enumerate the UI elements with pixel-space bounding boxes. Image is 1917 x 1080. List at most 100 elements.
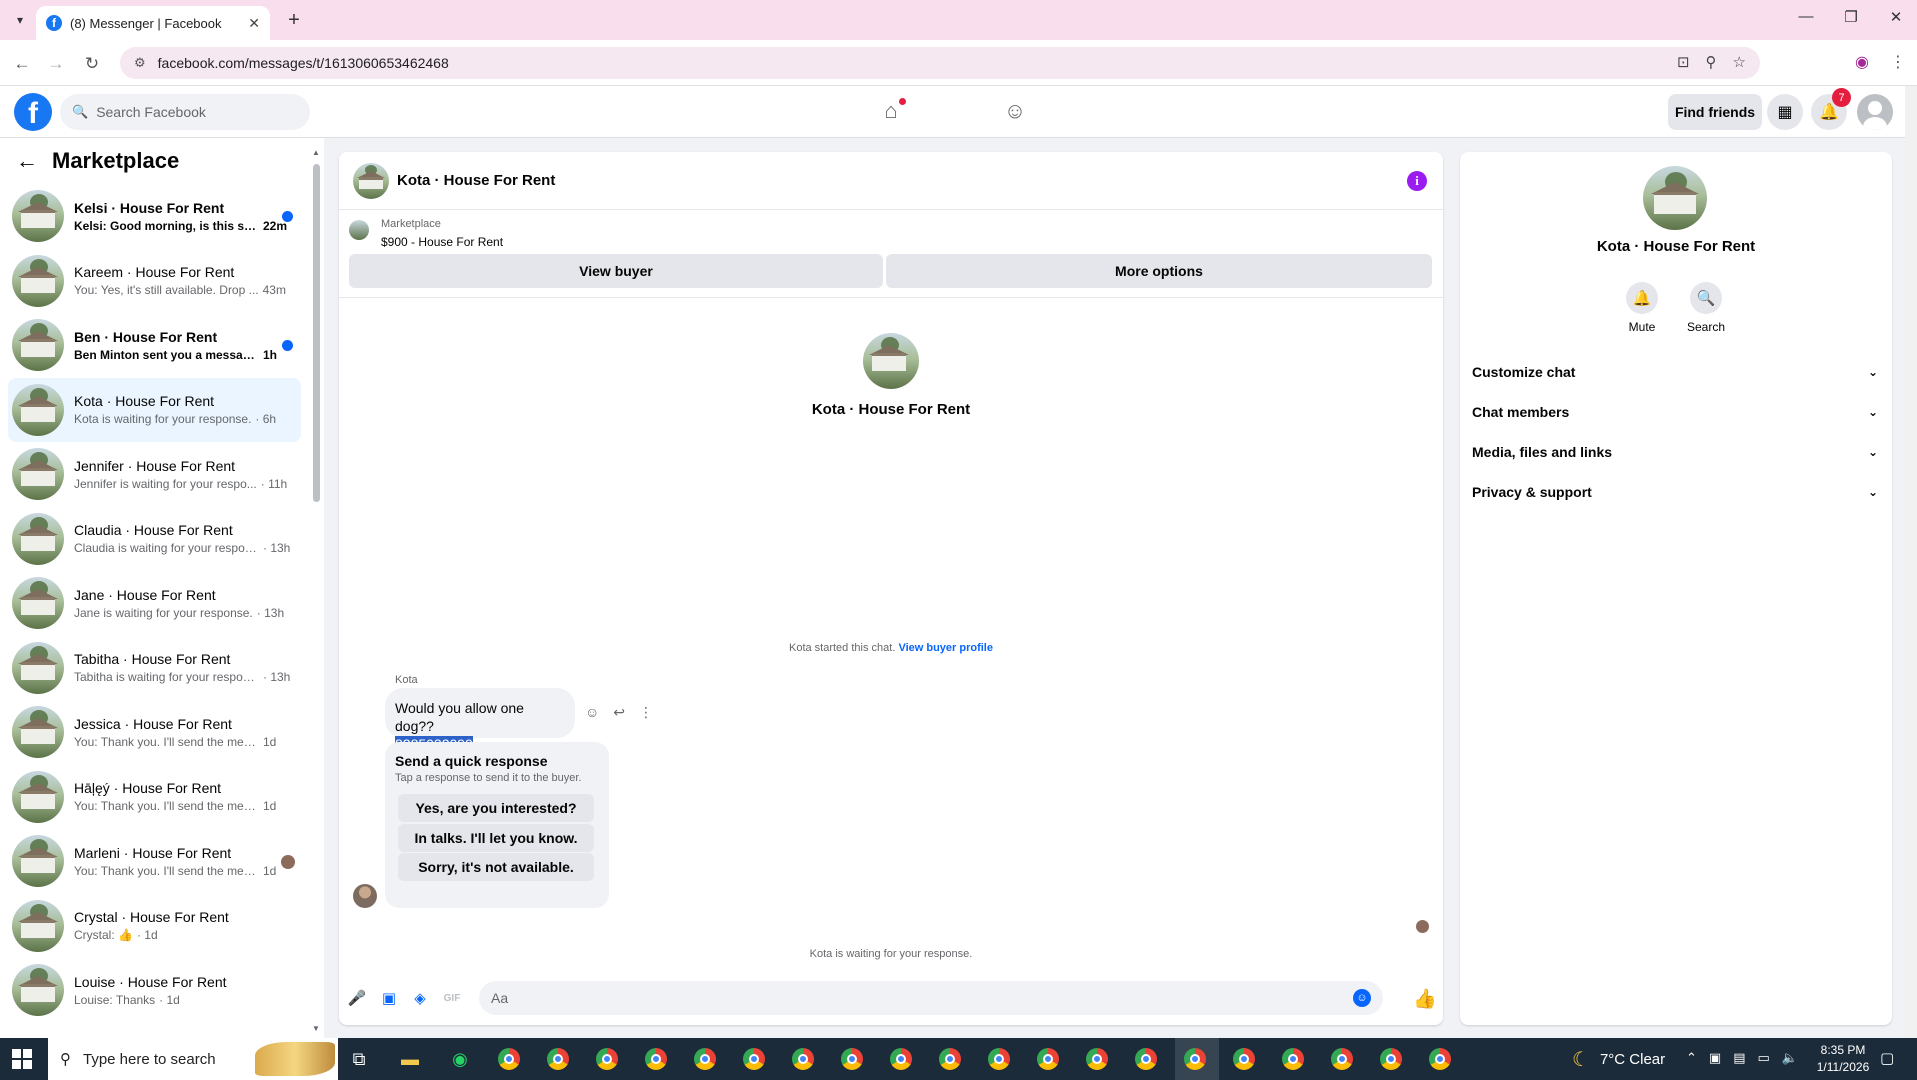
incoming-message-bubble[interactable]: Would you allow one dog?? 8285022099 <box>385 688 575 752</box>
reply-icon[interactable]: ↩ <box>613 704 625 721</box>
task-view-icon[interactable]: ⧉ <box>346 1046 372 1072</box>
react-emoji-icon[interactable]: ☺ <box>585 704 599 721</box>
conversation-item[interactable]: Kota · House For Rent Kota is waiting for… <box>8 377 301 442</box>
conversation-item[interactable]: Jennifer · House For Rent Jennifer is wai… <box>8 442 301 507</box>
whatsapp-icon[interactable]: ◉ <box>447 1046 473 1072</box>
privacy-support-item[interactable]: Privacy & support ⌄ <box>1460 472 1892 512</box>
bookmark-star-icon[interactable]: ☆ <box>1733 53 1746 71</box>
view-buyer-button[interactable]: View buyer <box>349 254 883 288</box>
conversation-info-icon[interactable]: i <box>1407 171 1427 191</box>
url-text[interactable]: facebook.com/messages/t/1613060653462468 <box>158 55 449 71</box>
back-arrow-icon[interactable]: ← <box>16 148 38 174</box>
thumbs-up-icon[interactable]: 👍 <box>1413 987 1437 1011</box>
chat-members-item[interactable]: Chat members ⌄ <box>1460 392 1892 432</box>
chrome-app-icon[interactable] <box>643 1046 669 1072</box>
reload-icon[interactable]: ↻ <box>80 52 104 76</box>
gif-icon[interactable]: GIF <box>442 989 462 1009</box>
chrome-app-icon[interactable] <box>1084 1046 1110 1072</box>
conversation-item[interactable]: Tabitha · House For Rent Tabitha is waiti… <box>8 636 301 701</box>
conversation-item[interactable]: Ben · House For Rent Ben Minton sent you … <box>8 313 301 378</box>
chrome-app-icon[interactable] <box>1133 1046 1159 1072</box>
chrome-app-icon[interactable] <box>594 1046 620 1072</box>
sender-avatar[interactable] <box>353 884 377 908</box>
tray-device-icon[interactable]: ▤ <box>1733 1050 1745 1066</box>
chrome-app-icon[interactable] <box>1231 1046 1257 1072</box>
groups-icon[interactable]: ☺ <box>1000 98 1030 126</box>
file-explorer-icon[interactable]: ▬ <box>397 1046 423 1072</box>
chrome-app-icon[interactable] <box>496 1046 522 1072</box>
restore-button[interactable]: ❐ <box>1839 8 1863 26</box>
chrome-app-icon[interactable] <box>545 1046 571 1072</box>
profile-icon[interactable]: ◉ <box>1850 52 1874 72</box>
chrome-app-icon[interactable] <box>1280 1046 1306 1072</box>
scroll-up-icon[interactable]: ▲ <box>312 148 320 157</box>
menu-grid-icon[interactable]: ▦ <box>1767 94 1803 130</box>
facebook-search-input[interactable]: 🔍 Search Facebook <box>60 94 310 130</box>
facebook-logo-icon[interactable]: f <box>14 93 52 131</box>
back-icon[interactable]: ← <box>10 52 34 76</box>
install-app-icon[interactable]: ⊡ <box>1677 53 1690 71</box>
chat-title[interactable]: Kota · House For Rent <box>397 172 555 189</box>
chrome-app-icon[interactable] <box>692 1046 718 1072</box>
scrollbar-thumb[interactable] <box>313 164 320 502</box>
quick-response-yes-button[interactable]: Yes, are you interested? <box>398 794 594 822</box>
conversation-item[interactable]: Claudia · House For Rent Claudia is waiti… <box>8 507 301 572</box>
chrome-app-icon[interactable] <box>839 1046 865 1072</box>
conversation-item[interactable]: Louise · House For Rent Louise: Thanks · 1… <box>8 958 301 1023</box>
chrome-app-icon[interactable] <box>1427 1046 1453 1072</box>
conversation-item[interactable]: Kelsi · House For Rent Kelsi: Good mornin… <box>8 184 301 249</box>
site-info-icon[interactable]: ⚙ <box>134 55 146 71</box>
minimize-button[interactable]: — <box>1794 8 1818 25</box>
chrome-app-icon[interactable] <box>1378 1046 1404 1072</box>
forward-icon[interactable]: → <box>44 52 68 76</box>
more-options-button[interactable]: More options <box>886 254 1432 288</box>
chrome-app-icon[interactable] <box>741 1046 767 1072</box>
conversation-item[interactable]: Jessica · House For Rent You: Thank you. … <box>8 700 301 765</box>
quick-response-in-talks-button[interactable]: In talks. I'll let you know. <box>398 824 594 852</box>
home-icon[interactable]: ⌂ <box>876 98 906 126</box>
tab-close-icon[interactable]: ✕ <box>248 15 260 32</box>
windows-start-icon[interactable] <box>12 1049 32 1069</box>
listing-thumbnail[interactable] <box>349 220 369 240</box>
new-tab-button[interactable]: + <box>282 8 306 32</box>
conversation-item[interactable]: Hāļęý · House For Rent You: Thank you. I'… <box>8 765 301 830</box>
conversation-item[interactable]: Crystal · House For Rent Crystal: 👍 · 1d <box>8 894 301 959</box>
account-avatar[interactable] <box>1857 94 1893 130</box>
mute-action[interactable]: 🔔 Mute <box>1612 282 1672 334</box>
close-window-button[interactable]: ✕ <box>1884 8 1908 26</box>
browser-menu-icon[interactable]: ⋮ <box>1886 52 1910 72</box>
chrome-app-icon[interactable] <box>986 1046 1012 1072</box>
media-files-links-item[interactable]: Media, files and links ⌄ <box>1460 432 1892 472</box>
search-conversation-icon[interactable]: 🔍 <box>1690 282 1722 314</box>
zoom-icon[interactable]: ⚲ <box>1706 53 1717 71</box>
volume-icon[interactable]: 🔈 <box>1782 1050 1798 1066</box>
weather-widget[interactable]: ☾ 7°C Clear <box>1572 1038 1665 1080</box>
view-buyer-profile-link[interactable]: View buyer profile <box>898 642 993 654</box>
conversation-scrollbar[interactable]: ▲ ▼ <box>312 148 320 1033</box>
chrome-app-icon[interactable] <box>937 1046 963 1072</box>
conversation-item[interactable]: Kareem · House For Rent You: Yes, it's st… <box>8 249 301 314</box>
notifications-bell-icon[interactable]: 🔔 7 <box>1811 88 1851 130</box>
notification-center-icon[interactable]: ▢ <box>1880 1049 1894 1067</box>
conversation-item[interactable]: Jane · House For Rent Jane is waiting for… <box>8 571 301 636</box>
chrome-app-icon[interactable] <box>1035 1046 1061 1072</box>
system-clock[interactable]: 8:35 PM 1/11/2026 <box>1808 1042 1878 1076</box>
chat-avatar[interactable] <box>353 162 389 199</box>
find-friends-button[interactable]: Find friends <box>1668 94 1762 130</box>
details-avatar[interactable] <box>1643 166 1707 230</box>
more-actions-icon[interactable]: ⋮ <box>639 704 653 721</box>
tray-app-icon[interactable]: ▣ <box>1709 1050 1721 1066</box>
scroll-down-icon[interactable]: ▼ <box>312 1024 320 1033</box>
sticker-icon[interactable]: ◈ <box>410 989 430 1009</box>
browser-tab-messenger[interactable]: f (8) Messenger | Facebook ✕ <box>36 6 270 40</box>
conversation-item[interactable]: Marleni · House For Rent You: Thank you. … <box>8 829 301 894</box>
attach-photo-icon[interactable]: ▣ <box>379 989 399 1009</box>
search-action[interactable]: 🔍 Search <box>1676 282 1736 334</box>
customize-chat-item[interactable]: Customize chat ⌄ <box>1460 352 1892 392</box>
tab-list-button[interactable]: ▾ <box>8 9 32 31</box>
bell-icon[interactable]: 🔔 <box>1626 282 1658 314</box>
chrome-app-icon[interactable] <box>888 1046 914 1072</box>
message-input[interactable]: Aa ☺ <box>479 981 1383 1015</box>
chrome-app-icon[interactable] <box>1182 1046 1208 1072</box>
tray-chevron-icon[interactable]: ⌃ <box>1686 1050 1697 1066</box>
